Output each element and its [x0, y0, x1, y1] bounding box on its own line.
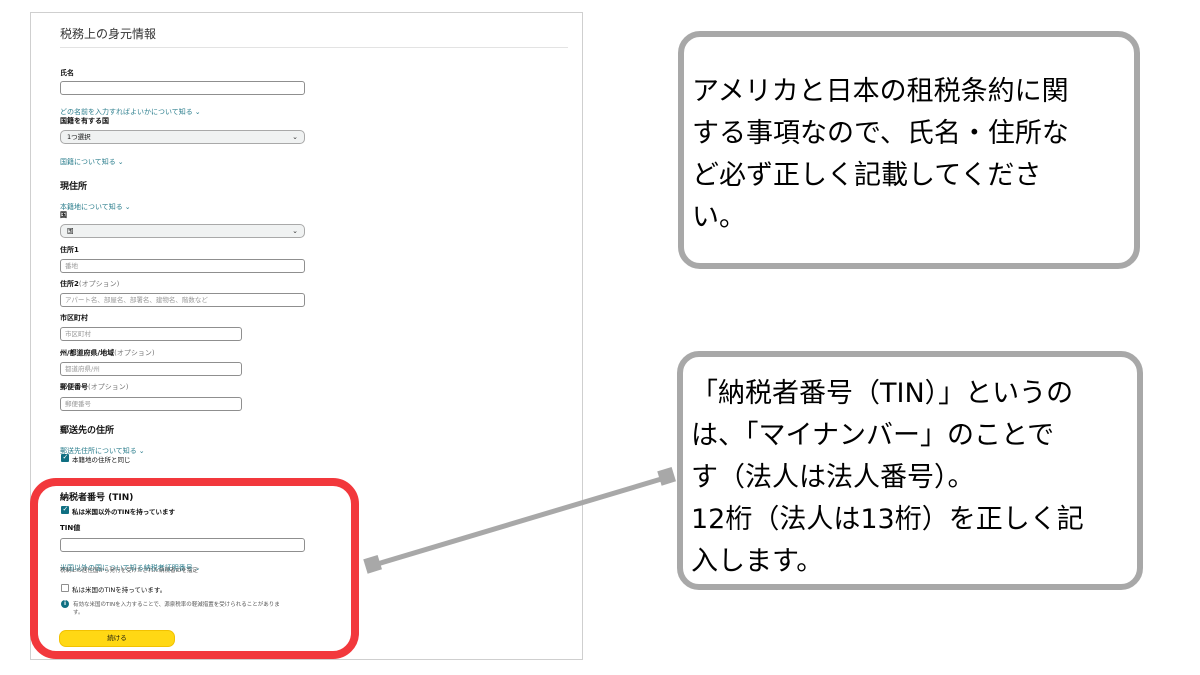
connector-end-handle: [657, 466, 676, 486]
callout-treaty-note: アメリカと日本の租税条約に関 する事項なので、氏名・住所な ど必ず正しく記載して…: [678, 31, 1140, 269]
callout-tin-note: 「納税者番号（TIN）」というの は、「マイナンバー」のことで す（法人は法人番…: [677, 351, 1143, 590]
callout-tin-text: 「納税者番号（TIN）」というの は、「マイナンバー」のことで す（法人は法人番…: [691, 378, 1084, 577]
connector-line-segment: [373, 474, 669, 568]
connector-start-handle: [363, 554, 382, 574]
callout-treaty-text: アメリカと日本の租税条約に関 する事項なので、氏名・住所な ど必ず正しく記載して…: [692, 76, 1069, 233]
